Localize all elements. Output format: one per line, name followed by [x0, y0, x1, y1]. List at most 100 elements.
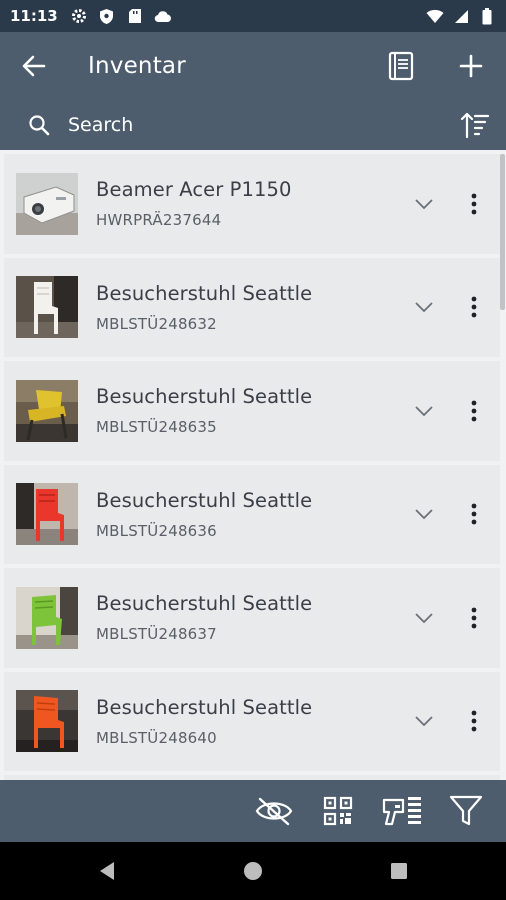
status-icons-left [70, 7, 172, 25]
list-item[interactable]: Besucherstuhl Seattle MBLSTÜ248640 [4, 671, 500, 771]
barcode-scanner-button[interactable] [372, 780, 432, 842]
more-options-button[interactable] [454, 174, 494, 234]
system-home-button[interactable] [180, 842, 326, 900]
more-options-button[interactable] [454, 484, 494, 544]
chair-image [16, 690, 78, 753]
item-thumbnail [16, 483, 78, 546]
chevron-down-icon [415, 509, 433, 520]
list-item[interactable]: Beamer Acer P1150 HWRPRÄ237644 [4, 154, 500, 254]
more-vert-icon [471, 607, 477, 629]
item-code: MBLSTÜ248636 [96, 521, 217, 540]
wifi-icon [426, 7, 444, 25]
sd-card-icon [126, 7, 144, 25]
more-vert-icon [471, 710, 477, 732]
more-options-button[interactable] [454, 277, 494, 337]
scrollbar[interactable] [500, 154, 505, 310]
cloud-icon [154, 7, 172, 25]
more-options-button[interactable] [454, 691, 494, 751]
sort-icon [460, 112, 490, 139]
search-input[interactable] [68, 114, 428, 136]
eye-off-icon [255, 797, 293, 826]
more-vert-icon [471, 400, 477, 422]
list-item[interactable]: Besucherstuhl Seattle MBLSTÜ248636 [4, 464, 500, 564]
search-bar [0, 100, 506, 150]
chevron-down-icon [415, 613, 433, 623]
toggle-visibility-button[interactable] [244, 780, 304, 842]
catalog-button[interactable] [366, 32, 436, 100]
item-text: Besucherstuhl Seattle MBLSTÜ248636 [96, 489, 404, 540]
list-item[interactable]: Besucherstuhl Seattle MBLSTÜ248632 [4, 257, 500, 357]
system-recents-button[interactable] [326, 842, 472, 900]
item-title: Besucherstuhl Seattle [96, 385, 313, 409]
expand-button[interactable] [404, 277, 444, 337]
chevron-down-icon [415, 302, 433, 313]
settings-icon [70, 7, 88, 25]
list-item[interactable]: Besucherstuhl Seattle MBLSTÜ248635 [4, 361, 500, 461]
sort-button[interactable] [444, 100, 506, 150]
signal-icon [452, 7, 470, 25]
expand-button[interactable] [404, 174, 444, 234]
filter-icon [449, 795, 483, 826]
chevron-down-icon [415, 406, 433, 416]
qr-scan-button[interactable] [308, 780, 368, 842]
expand-button[interactable] [404, 484, 444, 544]
item-text: Besucherstuhl Seattle MBLSTÜ248637 [96, 592, 404, 643]
expand-button[interactable] [404, 691, 444, 751]
more-vert-icon [471, 193, 477, 215]
item-title: Besucherstuhl Seattle [96, 695, 313, 719]
bottom-toolbar [0, 780, 506, 842]
item-code: MBLSTÜ248632 [96, 314, 217, 333]
expand-button[interactable] [404, 588, 444, 648]
search-icon [0, 100, 60, 150]
item-thumbnail [16, 586, 78, 649]
book-icon [388, 51, 414, 81]
app-bar-actions [366, 32, 506, 100]
back-triangle-icon [100, 862, 114, 880]
item-text: Besucherstuhl Seattle MBLSTÜ248635 [96, 385, 404, 436]
more-options-button[interactable] [454, 381, 494, 441]
page-title: Inventar [88, 53, 186, 79]
back-button[interactable] [0, 32, 68, 100]
item-title: Beamer Acer P1150 [96, 178, 292, 202]
status-bar: 11:13 [0, 0, 506, 32]
qr-code-icon [323, 796, 353, 826]
arrow-left-icon [22, 55, 46, 77]
filter-button[interactable] [436, 780, 496, 842]
list-item[interactable]: Besucherstuhl Seattle MBLSTÜ248637 [4, 568, 500, 668]
chevron-down-icon [415, 199, 433, 209]
home-circle-icon [244, 862, 262, 880]
chair-image [16, 483, 78, 546]
recents-square-icon [391, 863, 407, 879]
system-nav-bar [0, 842, 506, 900]
more-vert-icon [471, 296, 477, 318]
chair-image [16, 379, 78, 442]
item-code: MBLSTÜ248635 [96, 418, 217, 437]
status-time: 11:13 [10, 7, 58, 25]
item-text: Besucherstuhl Seattle MBLSTÜ248632 [96, 282, 404, 333]
system-back-button[interactable] [34, 842, 180, 900]
expand-button[interactable] [404, 381, 444, 441]
plus-icon [459, 54, 483, 78]
status-icons-right [426, 7, 496, 25]
item-thumbnail [16, 379, 78, 442]
battery-icon [478, 7, 496, 25]
item-code: HWRPRÄ237644 [96, 211, 222, 230]
chair-image [16, 276, 78, 339]
projector-image [16, 172, 78, 235]
add-button[interactable] [436, 32, 506, 100]
item-thumbnail [16, 172, 78, 235]
barcode-scanner-icon [382, 797, 421, 826]
item-title: Besucherstuhl Seattle [96, 592, 313, 616]
item-code: MBLSTÜ248637 [96, 625, 217, 644]
item-text: Beamer Acer P1150 HWRPRÄ237644 [96, 178, 404, 229]
shield-icon [98, 7, 116, 25]
item-thumbnail [16, 276, 78, 339]
item-thumbnail [16, 690, 78, 753]
app-bar: Inventar [0, 32, 506, 100]
item-title: Besucherstuhl Seattle [96, 488, 313, 512]
item-code: MBLSTÜ248640 [96, 728, 217, 747]
item-text: Besucherstuhl Seattle MBLSTÜ248640 [96, 696, 404, 747]
more-options-button[interactable] [454, 588, 494, 648]
inventory-list[interactable]: Beamer Acer P1150 HWRPRÄ237644 Besuchers… [0, 150, 506, 780]
chair-image [16, 586, 78, 649]
